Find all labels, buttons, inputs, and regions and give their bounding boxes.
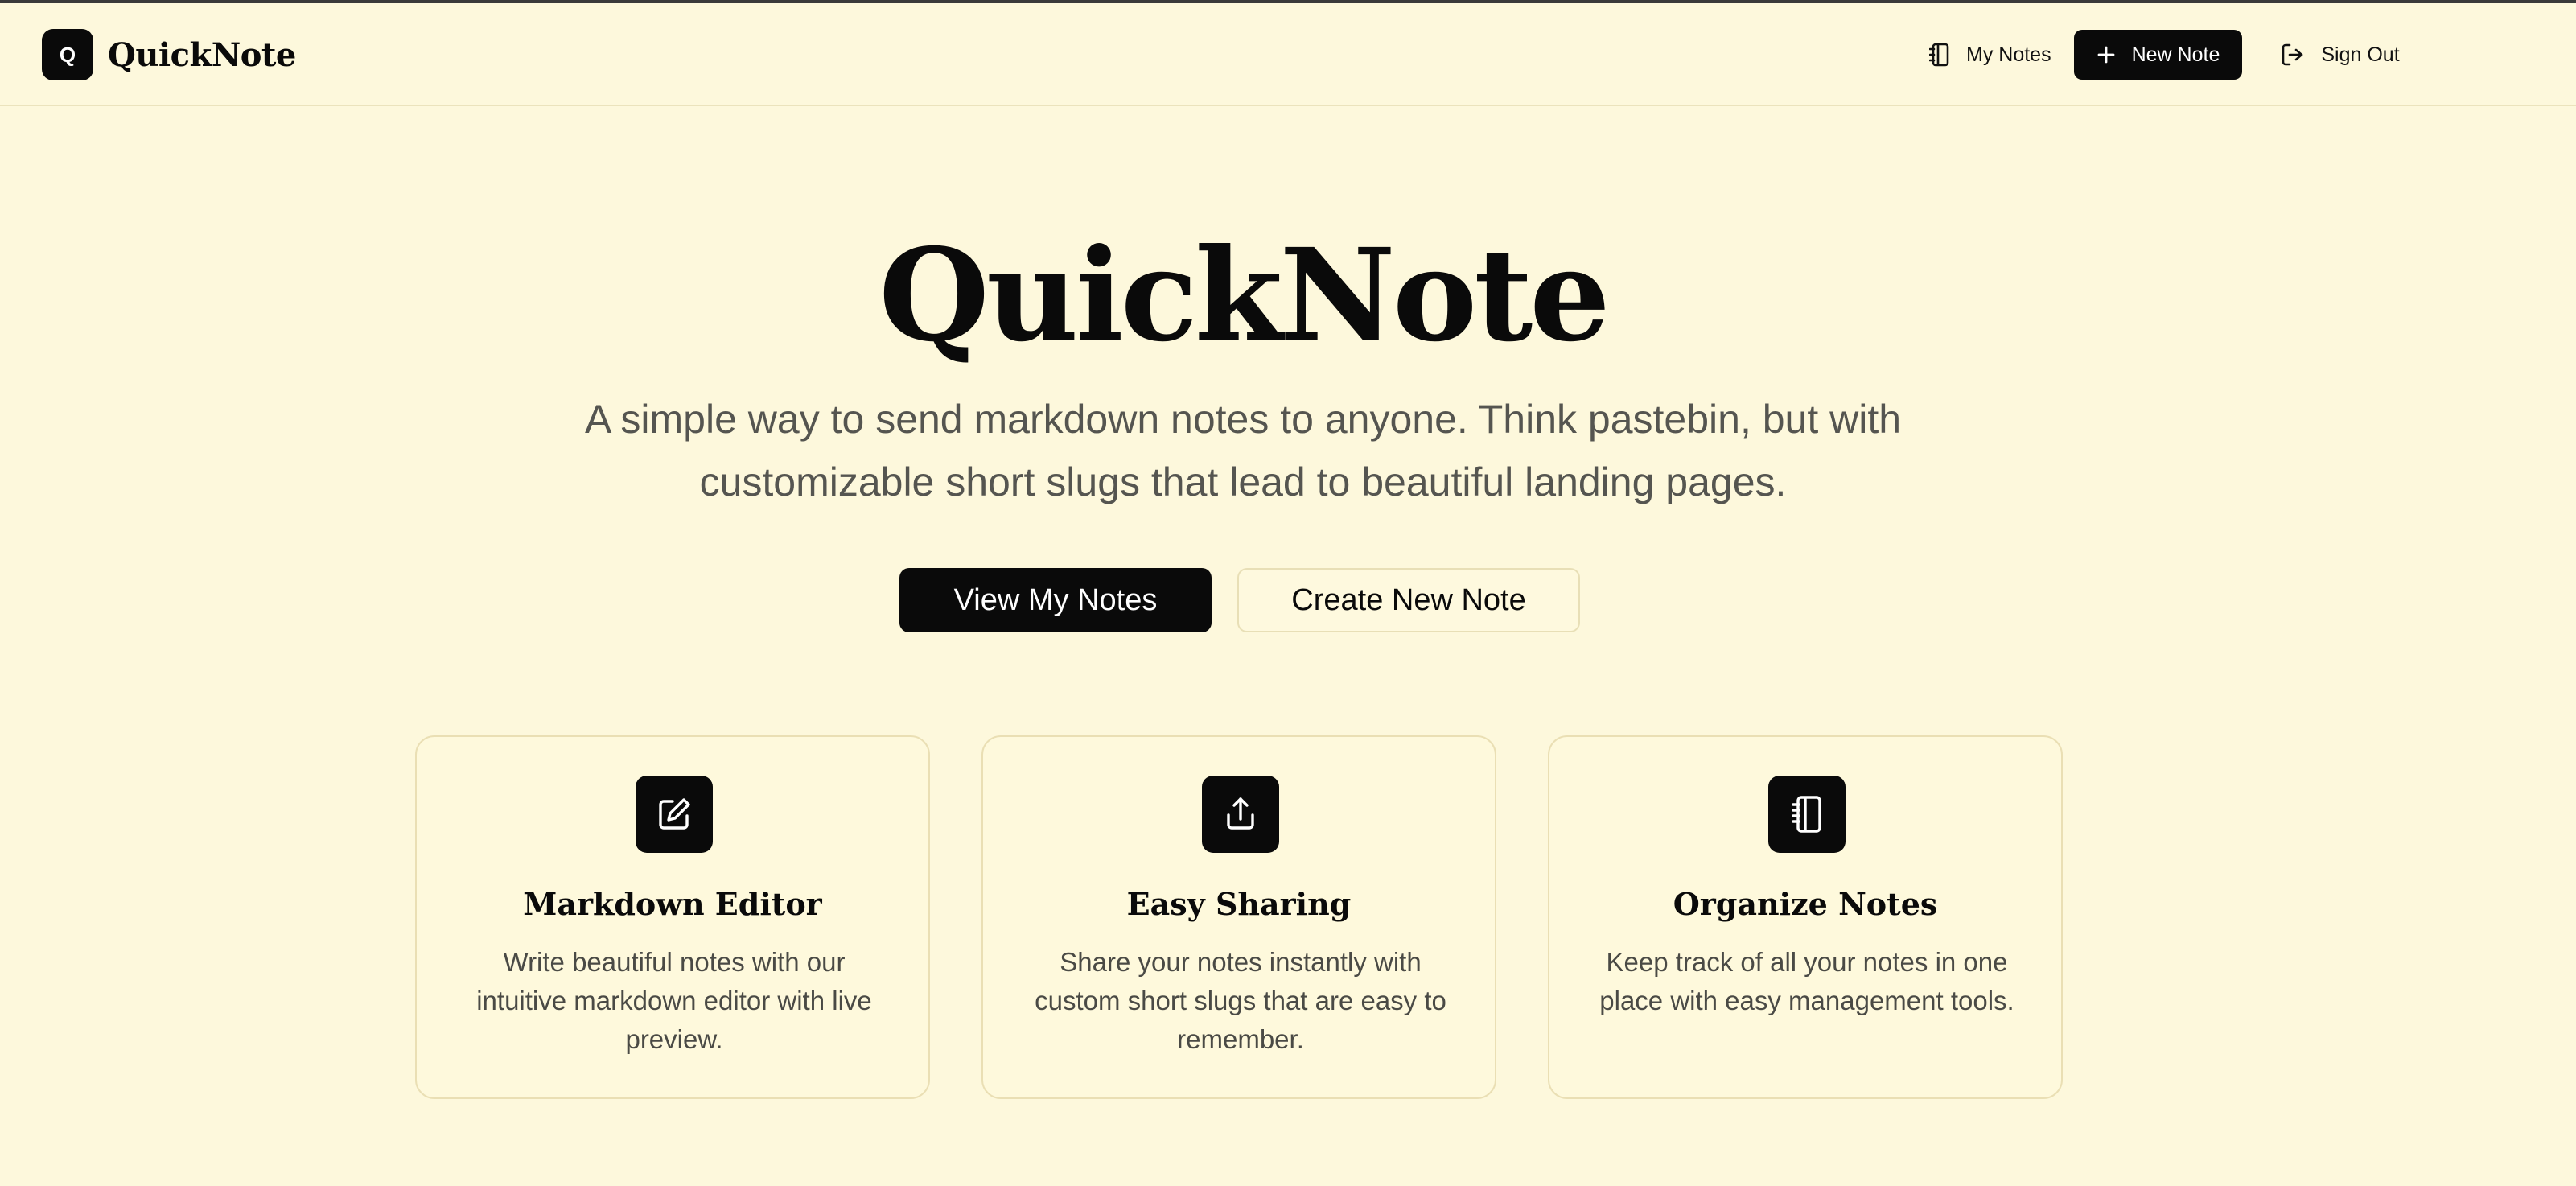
edit-icon <box>636 776 713 853</box>
plus-icon <box>2097 46 2114 64</box>
feature-card-markdown-editor: Markdown Editor Write beautiful notes wi… <box>415 735 930 1099</box>
notebook-icon <box>1768 776 1846 853</box>
feature-cards: Markdown Editor Write beautiful notes wi… <box>415 735 2063 1099</box>
sign-out-link[interactable]: Sign Out <box>2265 29 2415 80</box>
hero-title: QuickNote <box>879 221 1611 370</box>
new-note-button[interactable]: New Note <box>2073 30 2243 80</box>
new-note-label: New Note <box>2131 43 2220 66</box>
feature-description: Write beautiful notes with our intuitive… <box>476 947 872 1054</box>
feature-description: Share your notes instantly with custom s… <box>1035 947 1446 1054</box>
share-icon <box>1202 776 1279 853</box>
hero-subtitle: A simple way to send markdown notes to a… <box>584 397 1902 504</box>
feature-title: Organize Notes <box>1673 886 1938 922</box>
feature-title: Easy Sharing <box>1126 886 1352 922</box>
main-nav: My Notes New Note Sign Out <box>1913 29 2416 80</box>
notebook-icon <box>1929 43 1949 67</box>
create-new-note-button[interactable]: Create New Note <box>1237 568 1580 632</box>
my-notes-link[interactable]: My Notes <box>1913 29 2068 80</box>
sign-out-label: Sign Out <box>2321 43 2400 66</box>
hero-cta-group: View My Notes Create New Note <box>899 568 1580 632</box>
view-my-notes-button[interactable]: View My Notes <box>899 568 1212 632</box>
brand-badge: Q <box>42 29 93 80</box>
log-out-icon <box>2282 43 2303 66</box>
feature-card-organize-notes: Organize Notes Keep track of all your no… <box>1548 735 2063 1099</box>
site-header: Q QuickNote My Notes New Note Sign Out <box>0 3 2576 106</box>
brand-name: QuickNote <box>108 35 296 74</box>
brand-logo-link[interactable]: Q QuickNote <box>42 29 296 80</box>
feature-description: Keep track of all your notes in one plac… <box>1599 947 2014 1015</box>
feature-title: Markdown Editor <box>523 886 822 922</box>
feature-card-easy-sharing: Easy Sharing Share your notes instantly … <box>981 735 1496 1099</box>
my-notes-label: My Notes <box>1966 43 2051 66</box>
